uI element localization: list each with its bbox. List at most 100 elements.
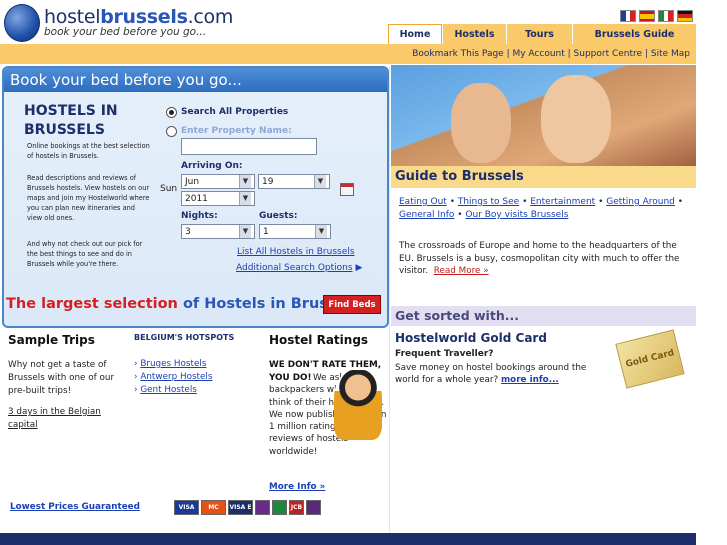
day-name: Sun xyxy=(160,184,178,194)
face-image xyxy=(541,75,611,163)
largest-selection-text: The largest selection of Hostels in Brus… xyxy=(6,296,360,312)
chevron-down-icon: ▼ xyxy=(239,175,251,188)
guests-select[interactable]: 1 ▼ xyxy=(259,224,331,239)
year-select[interactable]: 2011 ▼ xyxy=(181,191,255,206)
guide-link-general-info[interactable]: General Info xyxy=(399,210,454,220)
site-map-link[interactable]: Site Map xyxy=(651,49,690,59)
hotspot-link-bruges[interactable]: Bruges Hostels xyxy=(140,359,206,369)
gold-card-description: Save money on hostel bookings around the… xyxy=(395,362,610,386)
support-centre-link[interactable]: Support Centre xyxy=(574,49,643,59)
hotspot-item[interactable]: › Gent Hostels xyxy=(134,384,197,397)
largest-red: The largest selection xyxy=(6,296,178,312)
chevron-down-icon: ▼ xyxy=(239,192,251,205)
chevron-down-icon: ▼ xyxy=(314,175,326,188)
lowest-prices-link[interactable]: Lowest Prices Guaranteed xyxy=(10,502,140,512)
hotspots-heading: BELGIUM'S HOTSPOTS xyxy=(134,333,235,342)
intro-text-3: And why not check out our pick for the b… xyxy=(27,240,143,268)
calendar-icon[interactable] xyxy=(340,183,354,196)
right-margin xyxy=(696,0,727,545)
guide-link-our-boy[interactable]: Our Boy visits Brussels xyxy=(465,210,568,220)
mastercard-icon: MC xyxy=(201,500,226,515)
hotspot-link-antwerp[interactable]: Antwerp Hostels xyxy=(140,372,212,382)
header-band xyxy=(0,44,388,64)
hostels-heading: HOSTELS IN BRUSSELS xyxy=(24,102,144,140)
arrow-right-icon: › xyxy=(134,385,138,395)
guide-heading: Guide to Brussels xyxy=(391,166,696,188)
nights-select[interactable]: 3 ▼ xyxy=(181,224,255,239)
sample-trips-text: Why not get a taste of Brussels with one… xyxy=(8,360,115,396)
arrow-right-icon: ▶ xyxy=(355,263,363,273)
guide-link-things-to-see[interactable]: Things to See xyxy=(458,197,519,207)
get-sorted-heading: Get sorted with... xyxy=(391,306,696,326)
laser-icon xyxy=(272,500,287,515)
arrow-right-icon: › xyxy=(134,359,138,369)
visa-electron-icon: VISA E xyxy=(228,500,253,515)
sample-trips-heading: Sample Trips xyxy=(8,333,95,347)
month-select[interactable]: Jun ▼ xyxy=(181,174,255,189)
gold-card-title[interactable]: Hostelworld Gold Card xyxy=(395,331,547,345)
arrow-right-icon: › xyxy=(134,372,138,382)
page: hostelbrussels.com book your bed before … xyxy=(0,0,727,545)
chevron-down-icon: ▼ xyxy=(315,225,327,238)
nights-value: 3 xyxy=(185,226,191,237)
logo-prefix: hostel xyxy=(44,6,101,28)
hostels-heading-line2: BRUSSELS xyxy=(24,122,105,138)
list-all-hostels-link[interactable]: List All Hostels in Brussels xyxy=(237,247,354,257)
radio-all-properties[interactable] xyxy=(166,107,177,118)
chevron-down-icon: ▼ xyxy=(239,225,251,238)
site-logo[interactable]: hostelbrussels.com xyxy=(44,6,233,28)
german-flag-icon[interactable] xyxy=(677,10,693,22)
sub-nav: Bookmark This Page | My Account | Suppor… xyxy=(388,44,696,64)
guide-link-entertainment[interactable]: Entertainment xyxy=(530,197,595,207)
spanish-flag-icon[interactable] xyxy=(639,10,655,22)
bookmark-link[interactable]: Bookmark This Page xyxy=(412,49,504,59)
ratings-more-info-link[interactable]: More Info » xyxy=(269,482,325,492)
guests-value: 1 xyxy=(263,226,269,237)
month-value: Jun xyxy=(185,176,200,187)
guide-link-eating-out[interactable]: Eating Out xyxy=(399,197,447,207)
tab-tours[interactable]: Tours xyxy=(506,24,572,44)
hotspot-item[interactable]: › Antwerp Hostels xyxy=(134,371,212,384)
column-divider xyxy=(389,66,390,533)
my-account-link[interactable]: My Account xyxy=(512,49,564,59)
arriving-label: Arriving On: xyxy=(181,161,243,171)
italian-flag-icon[interactable] xyxy=(658,10,674,22)
globe-logo-icon[interactable] xyxy=(4,4,40,42)
tab-hostels[interactable]: Hostels xyxy=(442,24,506,44)
find-beds-button[interactable]: Find Beds xyxy=(323,295,381,314)
sample-trip-link[interactable]: 3 days in the Belgian capital xyxy=(8,406,108,432)
hero-photo xyxy=(391,65,696,167)
logo-suffix: .com xyxy=(187,6,234,28)
radio-property-name[interactable] xyxy=(166,126,177,137)
tab-home[interactable]: Home xyxy=(388,24,442,44)
property-name-input[interactable] xyxy=(181,138,317,155)
additional-search-link[interactable]: Additional Search Options xyxy=(236,263,353,273)
intro-text-2: Read descriptions and reviews of Brussel… xyxy=(27,174,150,222)
main-nav: Home Hostels Tours Brussels Guide xyxy=(388,24,696,44)
tab-brussels-guide[interactable]: Brussels Guide xyxy=(572,24,696,44)
gold-card-more-link[interactable]: more info... xyxy=(501,375,559,385)
year-value: 2011 xyxy=(185,193,208,204)
hotspot-link-gent[interactable]: Gent Hostels xyxy=(140,385,197,395)
payment-cards: VISA MC VISA E JCB xyxy=(174,500,321,515)
read-more-link[interactable]: Read More » xyxy=(434,266,489,276)
gold-card-image[interactable]: Gold Card xyxy=(615,329,685,389)
additional-search-options[interactable]: Additional Search Options ▶ xyxy=(236,263,362,273)
guide-description: The crossroads of Europe and home to the… xyxy=(399,240,691,278)
nights-label: Nights: xyxy=(181,211,218,221)
radio-name-label: Enter Property Name: xyxy=(181,126,292,136)
day-select[interactable]: 19 ▼ xyxy=(258,174,330,189)
footer-bar xyxy=(0,533,696,545)
hostel-ratings-heading: Hostel Ratings xyxy=(269,333,369,347)
face-image xyxy=(451,83,511,163)
language-flags xyxy=(620,10,693,22)
guide-link-getting-around[interactable]: Getting Around xyxy=(606,197,675,207)
search-panel-title: Book your bed before you go... xyxy=(4,68,387,92)
hotspot-item[interactable]: › Bruges Hostels xyxy=(134,358,206,371)
day-value: 19 xyxy=(262,176,274,187)
hostels-heading-line1: HOSTELS IN xyxy=(24,103,118,119)
french-flag-icon[interactable] xyxy=(620,10,636,22)
visa-card-icon: VISA xyxy=(174,500,199,515)
intro-text-1: Online bookings at the best selection of… xyxy=(27,142,150,160)
gold-card-subtitle: Frequent Traveller? xyxy=(395,349,494,359)
